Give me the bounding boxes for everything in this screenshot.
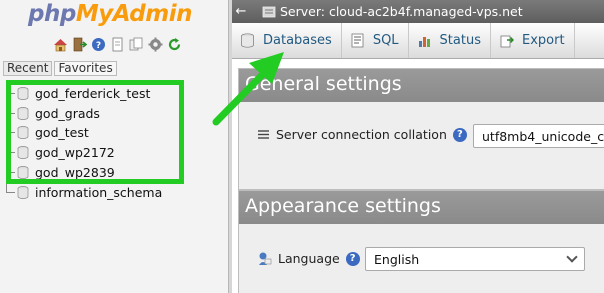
- general-settings-title: General settings: [239, 69, 604, 102]
- gear-icon[interactable]: [148, 37, 163, 52]
- appearance-settings-title: Appearance settings: [239, 191, 604, 224]
- logo-myadmin: MyAdmin: [75, 1, 193, 27]
- server-icon: [262, 6, 276, 17]
- nav-tabs: Recent Favorites: [3, 61, 117, 76]
- server-breadcrumb[interactable]: Server: cloud-ac2b4f.managed-vps.net: [280, 4, 523, 19]
- logout-icon[interactable]: [72, 37, 88, 52]
- database-icon: [241, 33, 254, 48]
- phpmyadmin-logo[interactable]: phpMyAdmin: [28, 1, 192, 27]
- export-icon: [500, 35, 514, 48]
- quick-icons-bar: ?: [53, 37, 182, 52]
- tree-connector: [6, 183, 15, 193]
- tab-export-label: Export: [521, 33, 565, 48]
- chevron-down-icon: [566, 251, 578, 263]
- reload-icon[interactable]: [167, 37, 182, 52]
- logo-php: php: [28, 1, 76, 27]
- status-chart-icon: [418, 37, 430, 47]
- collapse-arrow-icon[interactable]: ←: [232, 4, 250, 19]
- navigation-panel: phpMyAdmin ? Recent Favorites god_ferder…: [0, 0, 228, 293]
- collation-list-icon: [258, 130, 269, 139]
- general-settings-panel: General settings Server connection colla…: [238, 68, 604, 190]
- tab-databases[interactable]: Databases: [232, 23, 342, 58]
- home-icon[interactable]: [53, 37, 68, 52]
- database-name[interactable]: information_schema: [35, 185, 162, 200]
- database-item[interactable]: information_schema: [6, 182, 162, 202]
- sql-icon: [351, 33, 364, 48]
- tab-favorites[interactable]: Favorites: [54, 61, 117, 76]
- tab-sql-label: SQL: [372, 33, 399, 48]
- settings-content: General settings Server connection colla…: [232, 60, 604, 293]
- appearance-settings-panel: Appearance settings Language ? English: [238, 190, 604, 293]
- language-help-icon[interactable]: ?: [345, 251, 360, 266]
- collation-label: Server connection collation: [276, 127, 447, 142]
- copy-icon[interactable]: [129, 37, 144, 52]
- svg-text:?: ?: [96, 41, 101, 51]
- tab-databases-label: Databases: [263, 33, 332, 48]
- main-content-panel: ← Server: cloud-ac2b4f.managed-vps.net D…: [232, 0, 604, 293]
- language-label: Language: [278, 251, 340, 266]
- collation-select[interactable]: utf8mb4_unicode_ci: [473, 124, 604, 148]
- tab-recent[interactable]: Recent: [3, 61, 53, 76]
- database-icon: [17, 185, 29, 199]
- language-icon: [259, 252, 272, 265]
- language-select-value: English: [374, 251, 420, 267]
- server-breadcrumb-bar: ← Server: cloud-ac2b4f.managed-vps.net: [232, 0, 604, 23]
- highlight-box: [6, 80, 184, 184]
- documentation-icon[interactable]: [110, 37, 125, 52]
- collation-select-value: utf8mb4_unicode_ci: [482, 128, 604, 144]
- tab-sql[interactable]: SQL: [342, 23, 409, 58]
- language-select[interactable]: English: [365, 247, 585, 271]
- help-docs-icon[interactable]: ?: [91, 37, 106, 52]
- collation-help-icon[interactable]: ?: [452, 127, 467, 142]
- tab-export[interactable]: Export: [491, 23, 575, 58]
- main-menu-bar: Databases SQL Status Export: [232, 23, 604, 59]
- tab-status-label: Status: [439, 33, 481, 48]
- tab-status[interactable]: Status: [409, 23, 491, 58]
